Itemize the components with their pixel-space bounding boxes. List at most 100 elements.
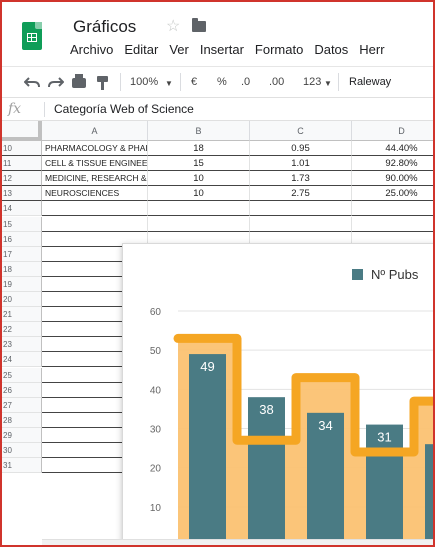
- cell-d[interactable]: [352, 201, 433, 217]
- menu-ver[interactable]: Ver: [163, 41, 194, 58]
- row-header[interactable]: 23: [2, 337, 42, 353]
- table-row: 10PHARMACOLOGY & PHARMACY180.9544.40%: [2, 141, 433, 156]
- y-tick-label: 10: [150, 503, 162, 514]
- cell-c[interactable]: 1.73: [250, 171, 352, 187]
- cell-c[interactable]: 2.75: [250, 186, 352, 202]
- menu-archivo[interactable]: Archivo: [64, 41, 118, 58]
- table-row: 14: [2, 201, 433, 217]
- cell-a[interactable]: [42, 201, 148, 217]
- cell-a[interactable]: MEDICINE, RESEARCH & EXPERIMENTAL: [42, 171, 148, 187]
- row-header[interactable]: 27: [2, 397, 42, 413]
- menu-herramientas[interactable]: Herr: [353, 41, 389, 58]
- row-header[interactable]: 25: [2, 367, 42, 383]
- cell-a[interactable]: [42, 216, 148, 232]
- cell-c[interactable]: 1.01: [250, 156, 352, 172]
- row-header[interactable]: 24: [2, 352, 42, 368]
- bar-data-label: 31: [377, 430, 391, 445]
- cell-b[interactable]: [148, 201, 250, 217]
- print-icon[interactable]: [72, 74, 86, 88]
- row-header[interactable]: 15: [2, 216, 42, 232]
- chevron-down-icon[interactable]: ▼: [165, 77, 173, 91]
- cell-c[interactable]: [250, 201, 352, 217]
- header: Gráficos ☆ Archivo Editar Ver Insertar Forma…: [2, 2, 433, 66]
- currency-button[interactable]: €: [191, 75, 197, 89]
- paint-format-icon[interactable]: [97, 76, 108, 90]
- y-tick-label: 40: [150, 385, 162, 396]
- cell-a[interactable]: NEUROSCIENCES: [42, 186, 148, 202]
- cell-d[interactable]: 25.00%: [352, 186, 433, 202]
- fx-icon: fx: [8, 101, 22, 117]
- cell-a[interactable]: CELL & TISSUE ENGINEERING: [42, 156, 148, 172]
- y-tick-label: 50: [150, 346, 162, 357]
- more-formats-button[interactable]: 123: [303, 75, 321, 89]
- row-header[interactable]: 18: [2, 261, 42, 277]
- select-all-corner[interactable]: [2, 121, 42, 141]
- menu-insertar[interactable]: Insertar: [194, 41, 249, 58]
- cell-b[interactable]: 10: [148, 186, 250, 202]
- cell-b[interactable]: 10: [148, 171, 250, 187]
- menu-formato[interactable]: Formato: [249, 41, 308, 58]
- bar: [425, 444, 433, 545]
- row-header[interactable]: 13: [2, 186, 42, 202]
- row-header[interactable]: 14: [2, 201, 42, 217]
- column-header-c[interactable]: C: [250, 121, 352, 141]
- bar-data-label: 49: [200, 359, 214, 374]
- undo-icon[interactable]: [24, 76, 40, 88]
- legend-swatch: [352, 269, 363, 280]
- sheets-logo[interactable]: [22, 22, 42, 50]
- column-header-d[interactable]: D: [352, 121, 433, 141]
- formula-input[interactable]: Categoría Web of Science: [54, 102, 194, 116]
- table-row: 15: [2, 216, 433, 232]
- menu-editar[interactable]: Editar: [118, 41, 163, 58]
- y-tick-label: 60: [150, 307, 162, 318]
- y-tick-label: 20: [150, 464, 162, 475]
- row-header[interactable]: 30: [2, 443, 42, 458]
- bar: [248, 397, 285, 545]
- row-header[interactable]: 28: [2, 412, 42, 428]
- cell-b[interactable]: [148, 216, 250, 232]
- row-header[interactable]: 26: [2, 382, 42, 398]
- cell-a[interactable]: PHARMACOLOGY & PHARMACY: [42, 141, 148, 156]
- row-header[interactable]: 19: [2, 276, 42, 292]
- row-header[interactable]: 20: [2, 292, 42, 307]
- legend-label: Nº Pubs: [371, 267, 419, 282]
- embedded-chart[interactable]: 010203040506049383431Nº Pubs: [122, 243, 433, 545]
- menu-datos[interactable]: Datos: [308, 41, 353, 58]
- cell-c[interactable]: [250, 216, 352, 232]
- increase-decimals-button[interactable]: .00: [269, 75, 284, 89]
- y-tick-label: 30: [150, 425, 162, 436]
- cell-d[interactable]: [352, 217, 433, 232]
- row-header[interactable]: 21: [2, 307, 42, 323]
- row-header[interactable]: 17: [2, 246, 42, 262]
- cell-c[interactable]: 0.95: [250, 141, 352, 156]
- row-header[interactable]: 22: [2, 322, 42, 338]
- percent-button[interactable]: %: [217, 75, 227, 89]
- cell-d[interactable]: 44.40%: [352, 141, 433, 156]
- row-header[interactable]: 10: [2, 141, 42, 156]
- font-select[interactable]: Raleway: [349, 75, 391, 89]
- cell-b[interactable]: 15: [148, 156, 250, 172]
- horizontal-scrollbar[interactable]: [42, 539, 433, 545]
- row-header[interactable]: 16: [2, 231, 42, 247]
- row-header[interactable]: 29: [2, 427, 42, 443]
- cell-b[interactable]: 18: [148, 141, 250, 156]
- folder-icon[interactable]: [192, 18, 206, 32]
- cell-d[interactable]: 90.00%: [352, 171, 433, 187]
- app-window: Gráficos ☆ Archivo Editar Ver Insertar Forma…: [0, 0, 435, 547]
- cell-d[interactable]: 92.80%: [352, 156, 433, 172]
- bar-data-label: 34: [318, 418, 332, 433]
- row-header[interactable]: 11: [2, 156, 42, 172]
- document-title[interactable]: Gráficos: [73, 17, 136, 37]
- menu-bar: Archivo Editar Ver Insertar Formato Datos Herr: [64, 41, 390, 58]
- zoom-select[interactable]: 100%: [130, 75, 158, 89]
- row-header[interactable]: 31: [2, 458, 42, 474]
- table-row: 11CELL & TISSUE ENGINEERING151.0192.80%: [2, 156, 433, 172]
- column-header-a[interactable]: A: [42, 121, 148, 141]
- column-header-b[interactable]: B: [148, 121, 250, 141]
- star-icon[interactable]: ☆: [166, 16, 180, 36]
- decrease-decimals-button[interactable]: .0: [241, 75, 250, 89]
- formula-bar: fx Categoría Web of Science: [2, 98, 433, 121]
- chevron-down-icon[interactable]: ▼: [324, 77, 332, 91]
- row-header[interactable]: 12: [2, 171, 42, 187]
- redo-icon[interactable]: [48, 76, 64, 88]
